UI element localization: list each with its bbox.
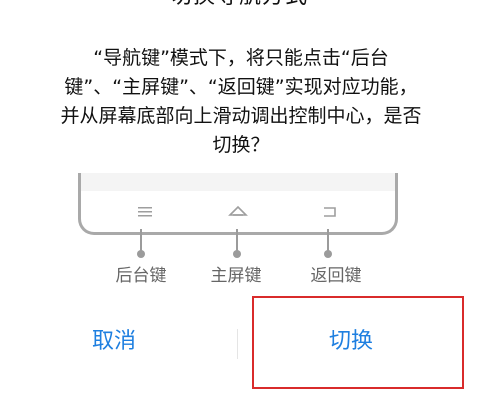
menu-icon: [138, 207, 152, 217]
preview-bar: [81, 173, 395, 191]
dialog-title: 切换导航方式: [0, 0, 478, 10]
home-icon: [228, 205, 248, 216]
dialog-message: “导航键”模式下，将只能点击“后台键”、“主屏键”、“返回键”实现对应功能，并从…: [60, 47, 422, 156]
navigation-preview: [78, 173, 398, 235]
back-key-label: 后台键: [115, 266, 167, 286]
leader-line-return-key: [324, 229, 332, 258]
cancel-button[interactable]: 取消: [64, 320, 164, 364]
dialog-panel: 切换导航方式 “导航键”模式下，将只能点击“后台键”、“主屏键”、“返回键”实现…: [0, 0, 478, 393]
button-divider: [237, 329, 238, 359]
switch-navigation-dialog: 切换导航方式 “导航键”模式下，将只能点击“后台键”、“主屏键”、“返回键”实现…: [0, 0, 478, 393]
switch-button-highlight: [252, 296, 464, 389]
return-key-label: 返回键: [310, 266, 362, 286]
leader-line-back-key: [137, 229, 145, 258]
back-icon: [324, 207, 336, 217]
home-key-label: 主屏键: [210, 266, 262, 286]
leader-line-home-key: [233, 229, 241, 258]
